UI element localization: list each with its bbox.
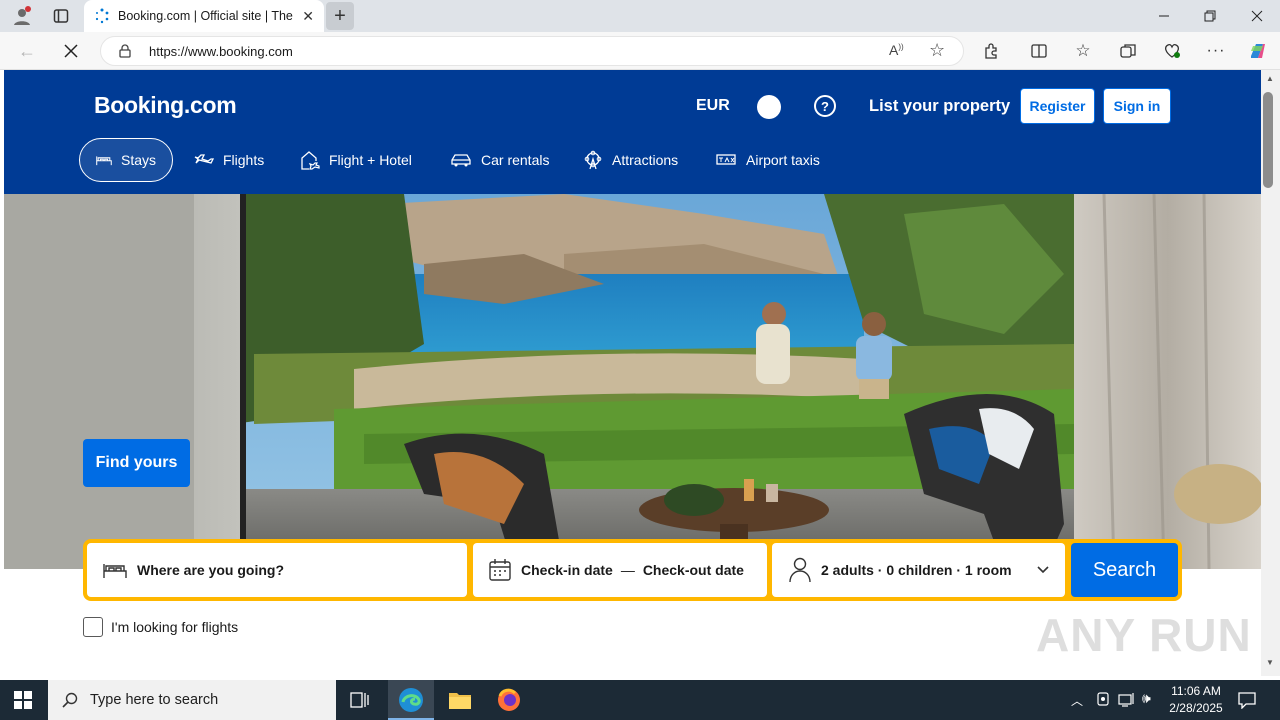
- nav-car-rentals-label: Car rentals: [481, 152, 550, 168]
- taskbar-clock[interactable]: 11:06 AM 2/28/2025: [1160, 683, 1232, 717]
- collections-icon[interactable]: [1117, 40, 1139, 62]
- windows-start-icon[interactable]: [14, 691, 32, 714]
- favorite-star-icon[interactable]: ☆: [929, 40, 945, 61]
- firefox-icon[interactable]: [497, 688, 521, 717]
- date-separator: —: [620, 562, 635, 578]
- nav-flights-label: Flights: [223, 152, 265, 168]
- nav-attractions[interactable]: Attractions: [583, 138, 678, 182]
- find-yours-button[interactable]: Find yours: [83, 439, 190, 487]
- tray-meet-icon[interactable]: [1096, 692, 1110, 713]
- flights-checkbox[interactable]: [83, 617, 103, 637]
- register-button[interactable]: Register: [1020, 88, 1095, 124]
- scroll-up-icon[interactable]: ▲: [1266, 74, 1274, 83]
- scrollbar-thumb[interactable]: [1263, 92, 1273, 188]
- nav-flights[interactable]: Flights: [194, 138, 264, 182]
- back-icon[interactable]: ←: [16, 40, 38, 62]
- nav-airport-taxis-label: Airport taxis: [746, 152, 820, 168]
- nav-attractions-label: Attractions: [612, 152, 679, 168]
- network-icon[interactable]: [1118, 692, 1136, 713]
- loading-spinner-icon: [94, 8, 110, 24]
- destination-input[interactable]: Where are you going?: [137, 562, 284, 578]
- stop-loading-icon[interactable]: [60, 40, 82, 62]
- destination-field[interactable]: Where are you going?: [87, 543, 467, 597]
- clock-time: 11:06 AM: [1171, 684, 1221, 698]
- tray-chevron-icon[interactable]: ︿: [1071, 692, 1083, 709]
- task-view-icon[interactable]: [350, 691, 370, 714]
- person-icon: [789, 557, 811, 583]
- chevron-down-icon: [1037, 566, 1049, 574]
- favorites-icon[interactable]: ☆: [1072, 40, 1094, 62]
- hero-image: [4, 194, 1261, 569]
- file-explorer-icon[interactable]: [448, 690, 472, 715]
- nav-stays[interactable]: Stays: [79, 138, 173, 182]
- flight-hotel-icon: [301, 151, 320, 170]
- taxi-icon: [716, 154, 736, 165]
- car-icon: [451, 154, 471, 167]
- sign-in-button[interactable]: Sign in: [1103, 88, 1171, 124]
- nav-stays-label: Stays: [120, 152, 156, 168]
- tab-title: Booking.com | Official site | The b: [118, 9, 296, 23]
- nav-flight-hotel[interactable]: Flight + Hotel: [300, 138, 412, 182]
- date-field[interactable]: Check-in date — Check-out date: [473, 543, 767, 597]
- bed-icon: [96, 156, 112, 166]
- bed-icon: [103, 564, 127, 578]
- clock-date: 2/28/2025: [1169, 701, 1223, 715]
- list-property-link[interactable]: List your property: [869, 97, 1010, 116]
- currency-selector[interactable]: EUR: [696, 97, 730, 115]
- browser-essentials-icon[interactable]: [1161, 40, 1183, 62]
- hero-photo: [4, 194, 1261, 569]
- search-bar: Where are you going? Check-in date — Che…: [83, 539, 1182, 601]
- occupancy-field[interactable]: 2 adults · 0 children · 1 room: [772, 543, 1065, 597]
- edge-taskbar-icon[interactable]: [388, 680, 434, 720]
- language-flag-icon[interactable]: [757, 95, 781, 119]
- anyrun-watermark: ANY RUN: [1036, 609, 1252, 661]
- close-tab-icon[interactable]: ✕: [302, 8, 314, 25]
- address-bar[interactable]: https://www.booking.com A)) ☆: [100, 36, 964, 66]
- booking-logo[interactable]: Booking.com: [94, 92, 237, 119]
- read-aloud-icon[interactable]: A)): [889, 42, 904, 58]
- active-tab[interactable]: Booking.com | Official site | The b ✕: [84, 0, 324, 32]
- checkin-date[interactable]: Check-in date: [521, 562, 613, 578]
- notifications-icon[interactable]: [1238, 691, 1256, 714]
- search-icon: [62, 692, 78, 708]
- nav-airport-taxis[interactable]: Airport taxis: [715, 138, 820, 182]
- split-screen-icon[interactable]: [1028, 40, 1050, 62]
- browser-toolbar: ← https://www.booking.com A)) ☆ ☆ ···: [0, 32, 1280, 70]
- occupancy-text: 2 adults · 0 children · 1 room: [821, 562, 1012, 578]
- taskbar-search-placeholder: Type here to search: [90, 692, 219, 708]
- restore-icon[interactable]: [1196, 6, 1224, 26]
- taskbar-search[interactable]: Type here to search: [48, 680, 336, 720]
- help-icon[interactable]: ?: [814, 95, 836, 117]
- calendar-icon: [489, 559, 511, 581]
- url-text: https://www.booking.com: [149, 44, 293, 59]
- web-page: Booking.com EUR ? List your property Reg…: [4, 70, 1261, 676]
- ferris-wheel-icon: [584, 150, 602, 170]
- minimize-icon[interactable]: [1150, 6, 1178, 26]
- windows-taskbar: Type here to search ︿ 🕪 11:06 AM 2/28/20…: [0, 680, 1280, 720]
- more-options-icon[interactable]: ···: [1205, 40, 1227, 62]
- new-tab-button[interactable]: +: [326, 2, 354, 30]
- extensions-icon[interactable]: [980, 40, 1002, 62]
- copilot-icon[interactable]: [1246, 39, 1270, 63]
- browser-tab-bar: Booking.com | Official site | The b ✕ +: [0, 0, 1280, 32]
- flights-checkbox-label[interactable]: I'm looking for flights: [111, 619, 238, 635]
- close-window-icon[interactable]: [1243, 6, 1271, 26]
- site-header: Booking.com EUR ? List your property Reg…: [4, 70, 1261, 194]
- scroll-down-icon[interactable]: ▼: [1266, 658, 1274, 667]
- plane-icon: [194, 154, 214, 164]
- profile-icon[interactable]: [10, 4, 34, 28]
- lock-icon[interactable]: [119, 44, 131, 63]
- search-button[interactable]: Search: [1071, 543, 1178, 597]
- checkout-date[interactable]: Check-out date: [643, 562, 744, 578]
- nav-flight-hotel-label: Flight + Hotel: [329, 152, 412, 168]
- nav-car-rentals[interactable]: Car rentals: [450, 138, 549, 182]
- volume-icon[interactable]: 🕪: [1142, 690, 1151, 707]
- tab-actions-icon[interactable]: [50, 5, 72, 27]
